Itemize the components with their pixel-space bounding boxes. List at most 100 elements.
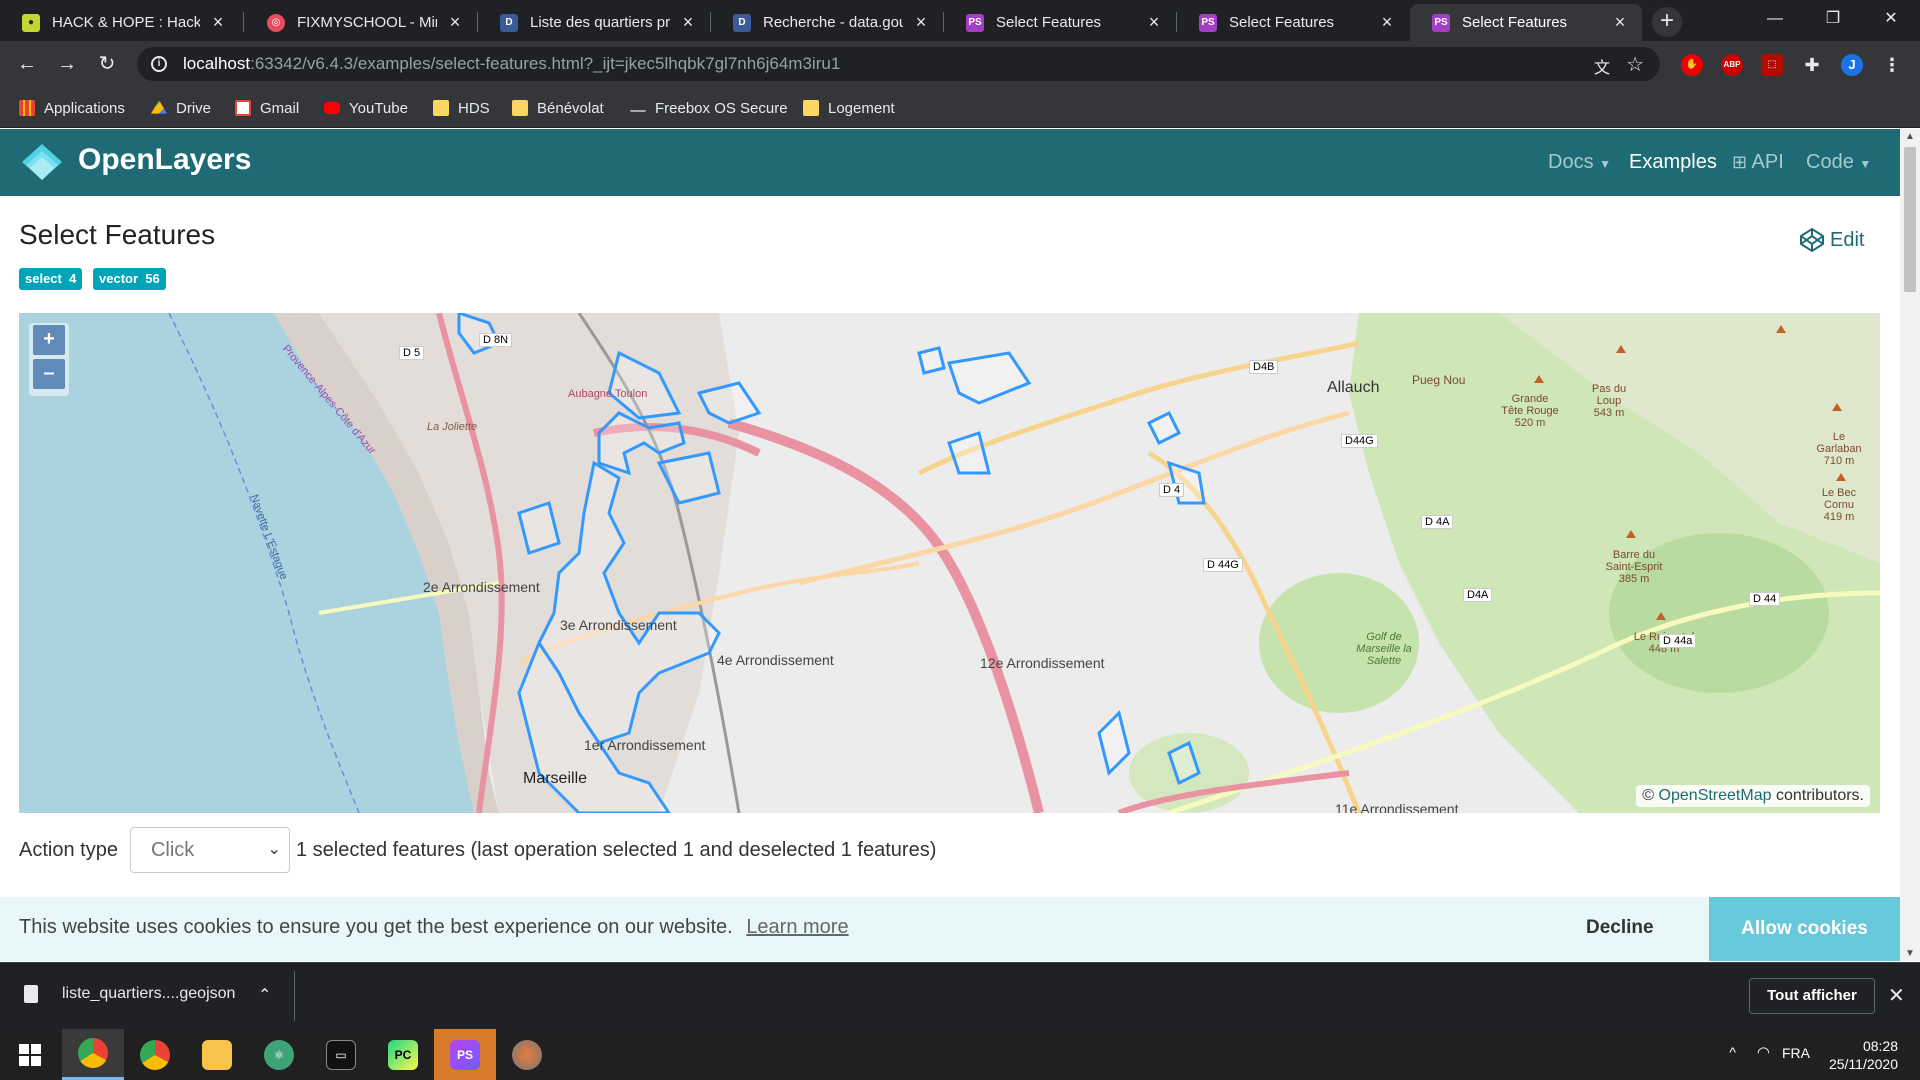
nav-examples[interactable]: Examples [1629,151,1717,174]
sitemap-icon: ⊞ [1732,152,1748,172]
clock-time: 08:28 [1862,1038,1898,1054]
attribution-suffix: contributors. [1775,787,1864,804]
nav-code-label: Code [1806,151,1854,173]
translate-icon[interactable]: 文 [1594,54,1610,78]
minimize-icon[interactable]: — [1752,0,1798,40]
close-icon[interactable]: × [208,12,228,33]
tab-recherche-datagouv[interactable]: D Recherche - data.gouv × [711,4,943,41]
tag-vector[interactable]: vector 56 [93,268,166,290]
bookmark-label: Drive [176,99,212,117]
chevron-up-icon[interactable]: ⌃ [258,985,271,1005]
new-tab-button[interactable]: + [1652,7,1682,37]
road-shield-d44a: D 44a [1659,634,1697,648]
bookmark-applications[interactable]: Applications [19,96,125,120]
bookmark-gmail[interactable]: Gmail [235,96,299,120]
close-icon[interactable]: ✕ [1888,983,1905,1008]
nav-api[interactable]: ⊞ API [1732,151,1784,174]
window-close-icon[interactable]: ✕ [1868,0,1914,40]
taskbar-atom[interactable]: ⚛ [248,1029,310,1080]
folder-icon [433,100,449,116]
bookmark-label: YouTube [349,99,408,117]
scroll-thumb[interactable] [1904,147,1916,292]
close-icon[interactable]: × [445,12,465,33]
datagouv-icon: D [733,13,751,32]
tag-select[interactable]: select 4 [19,268,83,290]
tab-fixmyschool[interactable]: ◎ FIXMYSCHOOL - Mindl × [245,4,477,41]
taskbar-explorer[interactable] [186,1029,248,1080]
scroll-down-icon[interactable]: ▼ [1905,948,1915,959]
show-all-button[interactable]: Tout afficher [1749,978,1875,1014]
bookmark-label: Applications [44,99,125,117]
page-title: Select Features [19,219,216,250]
windows-start-icon[interactable] [0,1029,60,1080]
adblock-hand-icon[interactable]: ✋ [1681,54,1703,76]
menu-icon[interactable]: ⋮ [1881,54,1903,76]
wifi-icon[interactable]: ◠ [1757,1043,1770,1061]
tab-select-features-1[interactable]: PS Select Features × [944,4,1176,41]
close-icon[interactable]: × [911,12,931,33]
decline-button[interactable]: Decline [1586,917,1654,939]
road-shield-d44: D 44 [1749,592,1781,606]
abp-icon[interactable]: ABP [1721,54,1743,76]
bookmark-label: Bénévolat [537,99,604,117]
scroll-up-icon[interactable]: ▲ [1905,131,1915,142]
tab-liste-quartiers[interactable]: D Liste des quartiers prio × [478,4,710,41]
site-info-icon[interactable]: i [151,56,167,72]
download-item[interactable]: liste_quartiers....geojson [24,985,235,1003]
bookmark-youtube[interactable]: YouTube [324,96,408,120]
bookmark-label: Freebox OS Secure [655,99,788,117]
allow-cookies-button[interactable]: Allow cookies [1709,897,1900,961]
forward-icon[interactable]: → [52,49,82,79]
back-icon[interactable]: ← [12,49,42,79]
tab-select-features-active[interactable]: PS Select Features × [1410,4,1642,41]
taskbar-phpstorm[interactable]: PS [434,1029,496,1080]
selection-status: 1 selected features (last operation sele… [295,838,937,861]
close-icon[interactable]: × [1144,12,1164,33]
tab-hackhope[interactable]: ● HACK & HOPE : HackH × [0,4,240,41]
osm-link[interactable]: OpenStreetMap [1659,787,1772,804]
map-label-3e-arrondissement: 3e Arrondissement [560,617,677,633]
star-icon[interactable]: ☆ [1626,52,1644,77]
page-scrollbar[interactable]: ▲ ▼ [1900,129,1920,961]
pdf-icon[interactable]: ⬚ [1761,54,1783,76]
bookmark-hds[interactable]: HDS [433,96,490,120]
close-icon[interactable]: × [1377,12,1397,33]
road-shield-d44g-2: D 44G [1203,558,1243,572]
action-type-select[interactable]: Click ⌄ [129,827,290,873]
zoom-out-button[interactable]: – [33,359,65,389]
zoom-in-button[interactable]: + [33,325,65,355]
close-icon[interactable]: × [1610,12,1630,33]
windows-taskbar: ⚛ ▭ PC PS ^ ◠ FRA 08:28 25/11/2020 [0,1029,1920,1080]
bookmark-logement[interactable]: Logement [803,96,895,120]
profile-avatar[interactable]: J [1841,54,1863,76]
reload-icon[interactable]: ↻ [92,49,122,79]
restore-icon[interactable]: ❐ [1810,0,1856,40]
openlayers-logo-icon[interactable] [20,141,64,185]
language-indicator[interactable]: FRA [1782,1045,1810,1061]
map-viewport[interactable]: Allauch Pueg Nou Grande Tête Rouge 520 m … [19,313,1880,813]
learn-more-link[interactable]: Learn more [746,916,848,938]
bookmark-freebox[interactable]: Freebox OS Secure [630,96,788,120]
extensions-icon[interactable]: ✚ [1801,54,1823,76]
close-icon[interactable]: × [678,12,698,33]
tab-select-features-2[interactable]: PS Select Features × [1177,4,1409,41]
taskbar-app[interactable] [496,1029,558,1080]
edit-label: Edit [1830,228,1865,251]
taskbar-terminal[interactable]: ▭ [310,1029,372,1080]
taskbar-pycharm[interactable]: PC [372,1029,434,1080]
tray-chevron-up-icon[interactable]: ^ [1729,1044,1736,1060]
address-bar[interactable]: i localhost:63342/v6.4.3/examples/select… [137,47,1660,81]
bookmark-drive[interactable]: Drive [151,96,211,120]
bookmark-benevolat[interactable]: Bénévolat [512,96,604,120]
download-filename: liste_quartiers....geojson [62,985,236,1002]
youtube-icon [324,102,340,114]
cookie-text: This website uses cookies to ensure you … [19,916,733,938]
clock[interactable]: 08:28 25/11/2020 [1829,1037,1898,1073]
divider [294,971,295,1021]
edit-link[interactable]: Edit [1798,226,1864,254]
taskbar-chrome-2[interactable] [124,1029,186,1080]
taskbar-chrome[interactable] [62,1029,124,1080]
nav-docs[interactable]: Docs ▼ [1548,151,1611,174]
site-brand[interactable]: OpenLayers [78,143,251,177]
nav-code[interactable]: Code ▼ [1806,151,1871,174]
